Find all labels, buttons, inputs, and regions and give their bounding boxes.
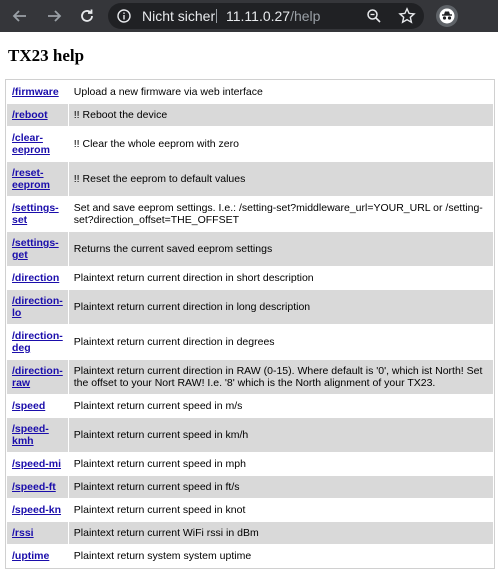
command-link[interactable]: /speed-ft <box>12 481 56 493</box>
command-link[interactable]: /reset-eeprom <box>12 167 50 191</box>
description-cell: !! Reset the eeprom to default values <box>68 162 493 196</box>
table-row: /uptime Plaintext return system system up… <box>7 545 493 567</box>
table-row: /direction-deg Plaintext return current d… <box>7 325 493 359</box>
url-path: /help <box>290 8 321 24</box>
table-row: /reboot !! Reboot the device <box>7 104 493 126</box>
command-cell: /direction-deg <box>7 325 68 359</box>
command-link[interactable]: /speed-kn <box>12 504 61 516</box>
description-cell: Plaintext return current direction in de… <box>68 325 493 359</box>
page-title: TX23 help <box>8 46 85 65</box>
zoom-icon[interactable] <box>366 8 382 24</box>
arrow-right-icon <box>48 10 62 22</box>
command-link[interactable]: /uptime <box>12 550 49 562</box>
description-cell: Plaintext return current speed in m/s <box>68 395 493 417</box>
table-row: /settings-set Set and save eeprom setting… <box>7 197 493 231</box>
description-cell: Returns the current saved eeprom setting… <box>68 232 493 266</box>
description-cell: Set and save eeprom settings. I.e.: /set… <box>68 197 493 231</box>
description-cell: Plaintext return current speed in knot <box>68 499 493 521</box>
description-cell: Plaintext return current direction in sh… <box>68 267 493 289</box>
table-row: /firmware Upload a new firmware via web i… <box>7 81 493 103</box>
command-cell: /direction-raw <box>7 360 68 394</box>
command-link[interactable]: /speed-kmh <box>12 423 49 447</box>
description-cell: Upload a new firmware via web interface <box>68 81 493 103</box>
table-row: /clear-eeprom !! Clear the whole eeprom w… <box>7 127 493 161</box>
url-text[interactable]: 11.11.0.27/help <box>226 8 320 24</box>
command-cell: /speed-mi <box>7 453 68 475</box>
description-cell: Plaintext return current direction in RA… <box>68 360 493 394</box>
command-cell: /firmware <box>7 81 68 103</box>
command-link[interactable]: /reboot <box>12 109 48 121</box>
omnibox-divider <box>216 9 217 23</box>
table-row: /speed-ft Plaintext return current speed … <box>7 476 493 498</box>
table-row: /speed-kmh Plaintext return current speed… <box>7 418 493 452</box>
command-link[interactable]: /clear-eeprom <box>12 132 50 156</box>
table-row: /direction Plaintext return current direc… <box>7 267 493 289</box>
reload-button[interactable] <box>77 6 97 26</box>
arrow-left-icon <box>12 10 26 22</box>
command-link[interactable]: /direction <box>12 272 59 284</box>
command-cell: /uptime <box>7 545 68 567</box>
command-link[interactable]: /firmware <box>12 86 59 98</box>
command-link[interactable]: /settings-set <box>12 202 59 226</box>
address-bar[interactable]: Nicht sicher 11.11.0.27/help <box>108 3 424 29</box>
command-cell: /speed-kn <box>7 499 68 521</box>
back-button[interactable] <box>10 6 30 26</box>
command-link[interactable]: /direction-raw <box>12 365 63 389</box>
incognito-icon <box>439 8 455 24</box>
command-cell: /direction <box>7 267 68 289</box>
description-cell: Plaintext return current WiFi rssi in dB… <box>68 522 493 544</box>
command-cell: /clear-eeprom <box>7 127 68 161</box>
command-cell: /direction-lo <box>7 290 68 324</box>
description-cell: Plaintext return current direction in lo… <box>68 290 493 324</box>
command-cell: /settings-get <box>7 232 68 266</box>
command-link[interactable]: /speed <box>12 400 45 412</box>
table-row: /speed Plaintext return current speed in … <box>7 395 493 417</box>
command-cell: /speed-kmh <box>7 418 68 452</box>
command-cell: /speed <box>7 395 68 417</box>
forward-button[interactable] <box>44 6 64 26</box>
command-cell: /reset-eeprom <box>7 162 68 196</box>
description-cell: Plaintext return system system uptime <box>68 545 493 567</box>
command-cell: /settings-set <box>7 197 68 231</box>
info-icon[interactable] <box>117 9 131 23</box>
description-cell: Plaintext return current speed in ft/s <box>68 476 493 498</box>
table-row: /speed-mi Plaintext return current speed … <box>7 453 493 475</box>
command-cell: /reboot <box>7 104 68 126</box>
reload-icon <box>81 9 93 22</box>
command-cell: /rssi <box>7 522 68 544</box>
bookmark-star-icon[interactable] <box>398 7 416 25</box>
command-link[interactable]: /direction-lo <box>12 295 63 319</box>
command-link[interactable]: /direction-deg <box>12 330 63 354</box>
description-cell: Plaintext return current speed in km/h <box>68 418 493 452</box>
description-cell: !! Reboot the device <box>68 104 493 126</box>
command-link[interactable]: /rssi <box>12 527 34 539</box>
command-link[interactable]: /settings-get <box>12 237 59 261</box>
profile-avatar[interactable] <box>436 5 458 27</box>
table-row: /settings-get Returns the current saved e… <box>7 232 493 266</box>
table-row: /rssi Plaintext return current WiFi rssi … <box>7 522 493 544</box>
command-table-body: /firmware Upload a new firmware via web i… <box>7 81 493 567</box>
command-cell: /speed-ft <box>7 476 68 498</box>
description-cell: !! Clear the whole eeprom with zero <box>68 127 493 161</box>
command-table: /firmware Upload a new firmware via web i… <box>5 79 495 569</box>
url-host: 11.11.0.27 <box>226 8 291 24</box>
command-link[interactable]: /speed-mi <box>12 458 61 470</box>
table-row: /direction-lo Plaintext return current di… <box>7 290 493 324</box>
table-row: /speed-kn Plaintext return current speed … <box>7 499 493 521</box>
table-row: /direction-raw Plaintext return current d… <box>7 360 493 394</box>
security-label[interactable]: Nicht sicher <box>142 8 215 24</box>
browser-toolbar: Nicht sicher 11.11.0.27/help <box>0 0 498 32</box>
description-cell: Plaintext return current speed in mph <box>68 453 493 475</box>
table-row: /reset-eeprom !! Reset the eeprom to defa… <box>7 162 493 196</box>
